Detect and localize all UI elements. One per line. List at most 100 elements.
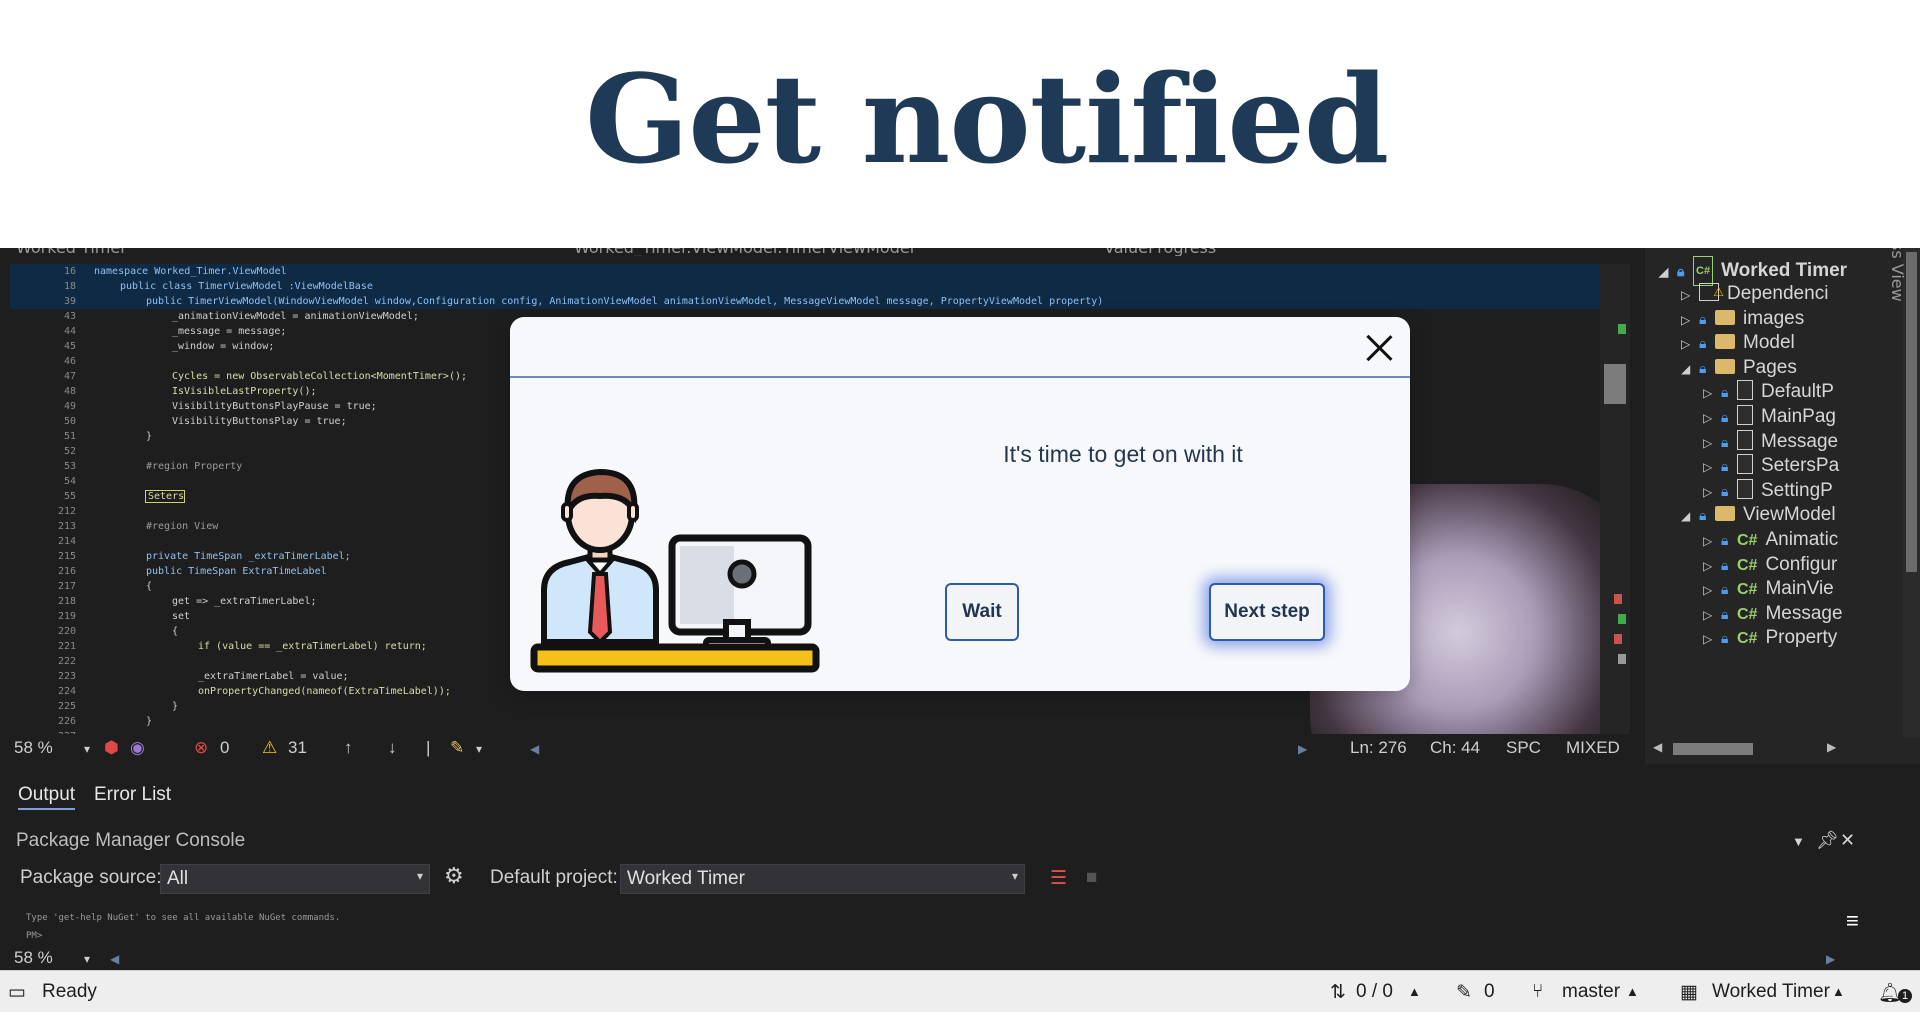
branch-name[interactable]: master [1562, 981, 1620, 1003]
tab-error-list[interactable]: Error List [94, 784, 171, 806]
solution-item-label: ViewModel [1743, 504, 1836, 526]
scroll-left-icon[interactable]: ◀ [110, 952, 119, 966]
code-line[interactable]: 225} [10, 699, 1600, 714]
folder-icon [1715, 334, 1735, 350]
code-line[interactable]: 39 public TimerViewModel(WindowViewModel … [10, 294, 1600, 309]
code-line[interactable]: 226} [10, 714, 1600, 729]
chevron-down-icon[interactable]: ▾ [84, 952, 90, 966]
scroll-right-icon[interactable]: ▶ [1298, 742, 1307, 756]
expand-icon[interactable]: ▷ [1703, 625, 1721, 653]
chevron-down-icon[interactable]: ▾ [84, 742, 90, 756]
clear-console-icon[interactable]: ☰ [1050, 867, 1067, 890]
tab-output[interactable]: Output [18, 784, 76, 810]
code-text: public class TimerViewModel :ViewModelBa… [120, 281, 373, 292]
chevron-up-icon[interactable]: ▲ [1408, 984, 1421, 999]
zoom-level[interactable]: 58 % [14, 738, 53, 758]
scrollbar-thumb[interactable] [1673, 743, 1753, 755]
sync-icon[interactable]: ⇅ [1330, 981, 1346, 1004]
hero-banner: Get notified [0, 0, 1920, 248]
close-icon[interactable] [1360, 329, 1398, 367]
next-step-button[interactable]: Next step [1209, 583, 1325, 641]
error-icon[interactable]: ⊗ [194, 738, 208, 758]
scroll-right-icon[interactable]: ▶ [1826, 952, 1835, 966]
scrollbar-thumb[interactable] [1906, 252, 1917, 572]
arrow-up-icon[interactable]: ↑ [344, 738, 353, 758]
collapse-icon[interactable]: ◢ [1681, 502, 1699, 530]
collapse-icon[interactable]: ◢ [1681, 355, 1699, 383]
pencil-icon[interactable]: ✎ [1456, 981, 1472, 1004]
code-text: VisibilityButtonsPlay = true; [172, 416, 347, 427]
repository-name[interactable]: Worked Timer [1712, 981, 1830, 1003]
line-number: 48 [63, 386, 76, 397]
chevron-down-icon[interactable]: ▾ [476, 742, 482, 756]
changes-count[interactable]: 0 [1484, 981, 1495, 1003]
line-indicator[interactable]: Ln: 276 [1350, 738, 1407, 758]
solution-item-label: MainVie [1765, 578, 1834, 600]
chevron-down-icon[interactable]: ▼ [1792, 834, 1805, 849]
chevron-up-icon[interactable]: ▲ [1626, 984, 1639, 999]
repository-icon[interactable]: ▦ [1680, 981, 1698, 1004]
line-number: 49 [63, 401, 76, 412]
scroll-end-icon[interactable]: ≡ [1846, 908, 1859, 934]
side-panel-label[interactable]: ss View [1888, 248, 1907, 302]
close-icon[interactable]: ✕ [1840, 830, 1855, 851]
default-project-value: Worked Timer [627, 868, 745, 889]
scroll-right-icon[interactable]: ▶ [1827, 740, 1836, 754]
solution-item-label: Property [1765, 627, 1838, 649]
tab-class[interactable]: Worked_Timer.ViewModel.TimerViewModel [574, 248, 914, 256]
line-number: 45 [63, 341, 76, 352]
code-line[interactable]: 16 namespace Worked_Timer.ViewModel [10, 264, 1600, 279]
line-number: 55 [63, 491, 76, 502]
warning-count[interactable]: 31 [288, 738, 307, 758]
code-text: VisibilityButtonsPlayPause = true; [172, 401, 377, 412]
line-number: 212 [57, 506, 76, 517]
column-indicator[interactable]: Ch: 44 [1430, 738, 1480, 758]
warning-icon[interactable]: ⚠ [262, 738, 277, 758]
line-number: 217 [57, 581, 76, 592]
pin-icon[interactable]: 📌︎ [1816, 830, 1839, 851]
comment-icon[interactable]: ▭ [8, 981, 26, 1004]
package-source-select[interactable]: All ▾ [160, 864, 430, 894]
solution-item[interactable]: ▷ 🔒︎ C# Property [1703, 624, 1837, 652]
wait-button[interactable]: Wait [945, 583, 1019, 641]
editor-vertical-scrollbar[interactable] [1600, 264, 1630, 734]
console-zoom-level[interactable]: 58 % [14, 948, 53, 968]
scroll-left-icon[interactable]: ◀ [1653, 740, 1662, 754]
pmc-title: Package Manager Console [16, 830, 246, 851]
gear-icon[interactable]: ⚙ [444, 863, 464, 889]
stop-icon[interactable]: ■ [1086, 867, 1097, 889]
scrollbar-thumb[interactable] [1604, 364, 1626, 404]
copilot-icon[interactable]: ◉ [130, 738, 145, 758]
tab-member[interactable]: ValueProgress [1104, 248, 1216, 256]
console-output[interactable]: Type 'get-help NuGet' to see all availab… [26, 912, 340, 942]
person-ear [561, 502, 573, 522]
scroll-marker [1614, 594, 1622, 604]
cleanup-icon[interactable]: ✎ [450, 738, 464, 758]
code-line[interactable]: 18 public class TimerViewModel :ViewModel… [10, 279, 1600, 294]
person-tie [587, 572, 613, 645]
tab-project[interactable]: Worked Timer [16, 248, 127, 256]
branch-icon[interactable]: ⑂ [1532, 981, 1543, 1003]
whitespace-indicator[interactable]: SPC [1506, 738, 1541, 758]
default-project-select[interactable]: Worked Timer ▾ [620, 864, 1025, 894]
scroll-left-icon[interactable]: ◀ [530, 742, 539, 756]
code-text: _animationViewModel = animationViewModel… [172, 311, 419, 322]
collapse-icon[interactable]: ◢ [1659, 258, 1677, 286]
sync-count[interactable]: 0 / 0 [1356, 981, 1393, 1003]
status-ready: Ready [42, 981, 97, 1002]
arrow-down-icon[interactable]: ↓ [388, 738, 397, 758]
health-icon[interactable]: ⬢ [104, 738, 119, 758]
scroll-marker [1618, 324, 1626, 334]
chevron-up-icon[interactable]: ▲ [1832, 984, 1845, 999]
line-number: 18 [63, 281, 76, 292]
error-count[interactable]: 0 [220, 738, 229, 758]
solution-vertical-scrollbar[interactable] [1903, 248, 1920, 738]
solution-item-label: images [1743, 307, 1805, 329]
line-ending-indicator[interactable]: MIXED [1566, 738, 1620, 758]
line-number: 215 [57, 551, 76, 562]
solution-horizontal-scrollbar[interactable]: ◀ ▶ [1645, 739, 1920, 757]
line-number: 51 [63, 431, 76, 442]
